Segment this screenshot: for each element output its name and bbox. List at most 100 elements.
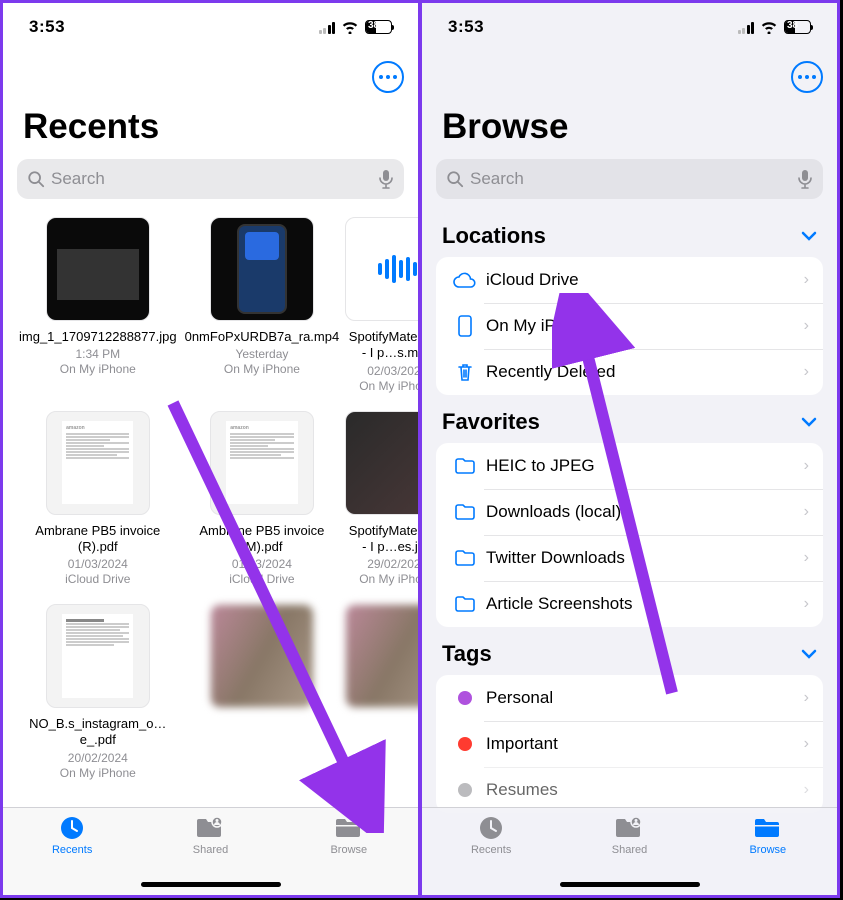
microphone-icon[interactable] <box>378 169 394 189</box>
recents-grid: img_1_1709712288877.jpg 1:34 PM On My iP… <box>3 209 418 788</box>
thumbnail-pdf: amazon <box>210 411 314 515</box>
favorite-item[interactable]: Article Screenshots › <box>436 581 823 627</box>
row-label: Downloads (local) <box>480 502 804 522</box>
tab-bar: Recents Shared Browse <box>3 807 418 895</box>
file-name: SpotifyMate.com - I p…es.jpg <box>345 523 420 556</box>
favorite-item[interactable]: HEIC to JPEG › <box>436 443 823 489</box>
folder-shared-icon <box>195 816 225 840</box>
tab-label: Recents <box>52 844 92 856</box>
chevron-right-icon: › <box>804 595 809 613</box>
tab-recents[interactable]: Recents <box>3 814 141 895</box>
location-recently-deleted[interactable]: Recently Deleted › <box>436 349 823 395</box>
search-icon <box>446 170 464 188</box>
thumbnail-blurred <box>345 604 420 708</box>
file-name: img_1_1709712288877.jpg <box>17 329 179 345</box>
tab-label: Recents <box>471 844 511 856</box>
trash-icon <box>456 362 474 382</box>
iphone-icon <box>458 315 472 337</box>
section-title: Favorites <box>442 409 540 435</box>
tab-browse[interactable]: Browse <box>699 814 837 895</box>
search-placeholder: Search <box>45 169 378 189</box>
file-item[interactable]: 0nmFoPxURDB7a_ra.mp4 Yesterday On My iPh… <box>183 217 342 393</box>
signal-icon <box>319 21 336 34</box>
row-label: Resumes <box>480 780 804 800</box>
section-title: Locations <box>442 223 546 249</box>
tab-browse[interactable]: Browse <box>280 814 418 895</box>
chevron-right-icon: › <box>804 363 809 381</box>
file-item[interactable]: SpotifyMate.com - I p…s.mp3 02/03/2024 O… <box>345 217 420 393</box>
file-item[interactable]: SpotifyMate.com - I p…es.jpg 29/02/2024 … <box>345 411 420 587</box>
tag-dot-icon <box>458 691 472 705</box>
location-icloud-drive[interactable]: iCloud Drive › <box>436 257 823 303</box>
thumbnail-audio <box>345 217 420 321</box>
search-input[interactable]: Search <box>17 159 404 199</box>
microphone-icon[interactable] <box>797 169 813 189</box>
file-date: 20/02/2024 <box>17 751 179 765</box>
chevron-right-icon: › <box>804 317 809 335</box>
home-indicator[interactable] <box>141 882 281 887</box>
more-button[interactable] <box>372 61 404 93</box>
row-label: iCloud Drive <box>480 270 804 290</box>
section-header-tags[interactable]: Tags <box>422 627 837 675</box>
battery-icon: 38 <box>784 20 811 34</box>
file-name: Ambrane PB5 invoice (R).pdf <box>17 523 179 556</box>
tab-bar: Recents Shared Browse <box>422 807 837 895</box>
file-item[interactable] <box>183 604 342 780</box>
row-label: Twitter Downloads <box>480 548 804 568</box>
file-item[interactable]: amazon Ambrane PB5 invoice (M).pdf 01/03… <box>183 411 342 587</box>
file-location: On My iPhone <box>345 379 420 393</box>
chevron-right-icon: › <box>804 781 809 799</box>
cloud-icon <box>453 271 477 289</box>
thumbnail-blurred <box>210 604 314 708</box>
status-bar: 3:53 38 <box>3 3 418 51</box>
location-on-my-iphone[interactable]: On My iPhone › <box>436 303 823 349</box>
row-label: HEIC to JPEG <box>480 456 804 476</box>
more-button[interactable] <box>791 61 823 93</box>
tags-list: Personal › Important › Resumes › <box>436 675 823 813</box>
folder-icon <box>454 549 476 567</box>
file-location: On My iPhone <box>345 572 420 586</box>
file-item[interactable]: amazon Ambrane PB5 invoice (R).pdf 01/03… <box>17 411 179 587</box>
file-date: 01/03/2024 <box>17 557 179 571</box>
favorite-item[interactable]: Twitter Downloads › <box>436 535 823 581</box>
row-label: Personal <box>480 688 804 708</box>
search-placeholder: Search <box>464 169 797 189</box>
browse-screen: 3:53 38 Browse Search Locations iCloud D… <box>420 0 840 898</box>
chevron-right-icon: › <box>804 735 809 753</box>
file-location: iCloud Drive <box>17 572 179 586</box>
file-item[interactable]: img_1_1709712288877.jpg 1:34 PM On My iP… <box>17 217 179 393</box>
file-location: On My iPhone <box>17 362 179 376</box>
folder-icon <box>454 503 476 521</box>
file-date: 1:34 PM <box>17 347 179 361</box>
folder-icon <box>454 595 476 613</box>
file-location: On My iPhone <box>17 766 179 780</box>
folder-shared-icon <box>614 816 644 840</box>
file-name: Ambrane PB5 invoice (M).pdf <box>183 523 342 556</box>
file-item[interactable] <box>345 604 420 780</box>
file-date: Yesterday <box>183 347 342 361</box>
file-location: iCloud Drive <box>183 572 342 586</box>
status-time: 3:53 <box>448 17 484 37</box>
thumbnail-pdf <box>46 604 150 708</box>
file-location: On My iPhone <box>183 362 342 376</box>
file-name: SpotifyMate.com - I p…s.mp3 <box>345 329 420 362</box>
thumbnail-video <box>210 217 314 321</box>
search-input[interactable]: Search <box>436 159 823 199</box>
row-label: Recently Deleted <box>480 362 804 382</box>
tag-item[interactable]: Important › <box>436 721 823 767</box>
favorite-item[interactable]: Downloads (local) › <box>436 489 823 535</box>
clock-icon <box>478 815 504 841</box>
chevron-right-icon: › <box>804 503 809 521</box>
tag-item[interactable]: Personal › <box>436 675 823 721</box>
section-header-favorites[interactable]: Favorites <box>422 395 837 443</box>
row-label: Important <box>480 734 804 754</box>
status-bar: 3:53 38 <box>422 3 837 51</box>
section-header-locations[interactable]: Locations <box>422 209 837 257</box>
row-label: Article Screenshots <box>480 594 804 614</box>
file-item[interactable]: NO_B.s_instagram_o…e_.pdf 20/02/2024 On … <box>17 604 179 780</box>
home-indicator[interactable] <box>560 882 700 887</box>
tab-recents[interactable]: Recents <box>422 814 560 895</box>
row-label: On My iPhone <box>480 316 804 336</box>
tag-dot-icon <box>458 783 472 797</box>
folder-icon <box>753 816 783 840</box>
